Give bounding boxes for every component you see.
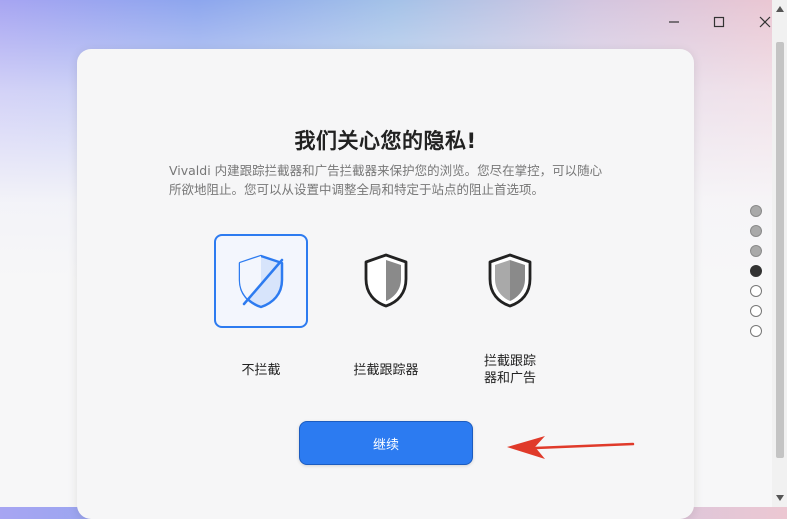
scroll-down-icon[interactable] xyxy=(775,493,784,502)
progress-dots xyxy=(750,205,762,345)
progress-dot-1[interactable] xyxy=(750,205,762,217)
progress-dot-5[interactable] xyxy=(750,285,762,297)
option-block-trackers-ads-label-line1: 拦截跟踪 xyxy=(483,354,536,369)
progress-dot-3[interactable] xyxy=(750,245,762,257)
scrollbar-thumb[interactable] xyxy=(776,42,784,458)
option-no-blocking[interactable] xyxy=(214,234,308,328)
progress-dot-7[interactable] xyxy=(750,325,762,337)
option-block-trackers-ads-label-line2: 器和广告 xyxy=(483,371,536,386)
minimize-icon[interactable] xyxy=(659,10,689,34)
continue-button[interactable]: 继续 xyxy=(299,421,473,465)
option-block-trackers[interactable] xyxy=(339,233,433,327)
shield-off-icon xyxy=(238,254,284,309)
dialog-description: Vivaldi 内建跟踪拦截器和广告拦截器来保护您的浏览。您尽在掌控，可以随心所… xyxy=(169,163,603,197)
scroll-up-icon[interactable] xyxy=(775,4,784,13)
progress-dot-6[interactable] xyxy=(750,305,762,317)
shield-full-icon xyxy=(488,253,532,308)
shield-half-icon xyxy=(364,253,408,308)
option-block-trackers-label: 拦截跟踪器 xyxy=(353,363,419,378)
progress-dot-2[interactable] xyxy=(750,225,762,237)
scrollbar[interactable] xyxy=(772,0,787,507)
maximize-icon[interactable] xyxy=(704,10,734,34)
option-block-trackers-ads[interactable] xyxy=(463,233,557,327)
progress-dot-4[interactable] xyxy=(750,265,762,277)
annotation-arrow-icon xyxy=(507,436,635,459)
option-no-blocking-label: 不拦截 xyxy=(241,363,281,378)
option-block-trackers-ads-label: 拦截跟踪 器和广告 xyxy=(463,353,557,387)
dialog-title: 我们关心您的隐私! xyxy=(294,129,477,153)
